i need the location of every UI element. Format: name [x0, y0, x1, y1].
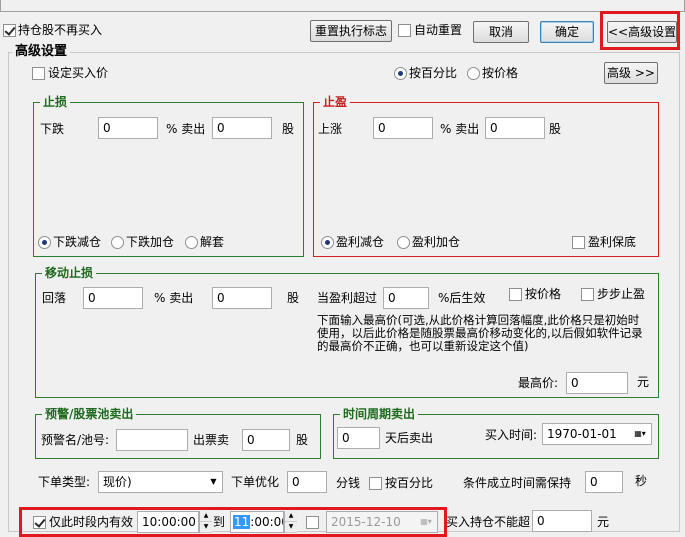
profit-keep-checkbox[interactable] [572, 236, 585, 249]
unlock-radio[interactable] [185, 236, 198, 249]
take-profit-shares: 股 [549, 122, 562, 136]
alert-name-label: 预警名/池号: [41, 433, 110, 447]
auto-reset-label: 自动重置 [414, 23, 463, 37]
stop-loss-sell-input[interactable]: 0 [212, 117, 272, 139]
hold-no-buy-checkbox[interactable] [3, 24, 16, 37]
highest-price-label: 最高价: [518, 376, 559, 390]
fall-add-label: 下跌加仓 [126, 235, 175, 249]
trailing-by-price-label: 按价格 [525, 287, 562, 301]
trailing-pullback-label: 回落 [42, 291, 67, 305]
buy-time-label: 买入时间: [485, 428, 538, 442]
highest-price-input[interactable]: 0 [566, 372, 628, 394]
by-percent-label: 按百分比 [409, 66, 458, 80]
fall-reduce-label: 下跌减仓 [53, 235, 102, 249]
unlock-label: 解套 [200, 235, 225, 249]
highlight-time-period [19, 507, 447, 537]
upper-panel-edge [0, 0, 685, 12]
highlight-advanced-settings [600, 11, 680, 50]
order-by-percent-label: 按百分比 [385, 476, 434, 490]
order-type-label: 下单类型: [38, 475, 91, 489]
profit-exceed-input[interactable]: 0 [383, 287, 429, 309]
take-profit-rise-label: 上涨 [318, 122, 343, 136]
stop-loss-title: 止损 [40, 94, 71, 110]
period-days-label: 天后卖出 [385, 431, 434, 445]
profit-reduce-radio[interactable] [321, 236, 334, 249]
calendar-dropdown-icon[interactable]: ▦▾ [629, 424, 651, 444]
advanced-group-title: 高级设置 [12, 44, 71, 60]
buy-hold-input[interactable]: 0 [532, 510, 592, 532]
trailing-note: 下面输入最高价(可选,从此价格计算回落幅度,此价格只是初始时使用，以后此价格是随… [317, 313, 643, 353]
order-optimize-unit: 分钱 [336, 476, 361, 490]
highest-price-currency: 元 [637, 375, 650, 389]
by-price-radio[interactable] [467, 67, 480, 80]
profit-exceed-label: 当盈利超过 [317, 291, 378, 305]
buy-hold-label: 买入持仓不能超 [446, 515, 531, 529]
take-profit-sell-input[interactable]: 0 [485, 117, 545, 139]
set-buy-price-checkbox[interactable] [32, 67, 45, 80]
alert-name-input[interactable] [116, 429, 188, 451]
hold-time-input[interactable]: 0 [585, 471, 623, 493]
auto-reset-checkbox[interactable] [398, 24, 411, 37]
period-title: 时间周期卖出 [340, 406, 419, 422]
fall-add-radio[interactable] [111, 236, 124, 249]
step-stop-label: 步步止盈 [597, 287, 646, 301]
alert-shares: 股 [296, 433, 309, 447]
take-profit-rise-input[interactable]: 0 [373, 117, 433, 139]
trailing-sell-input[interactable]: 0 [212, 287, 272, 309]
by-percent-radio[interactable] [394, 67, 407, 80]
stop-loss-fall-label: 下跌 [40, 122, 65, 136]
alert-sell-count-label: 出票卖 [193, 433, 230, 447]
trailing-percent-sell: % 卖出 [154, 291, 194, 305]
buy-time-value: 1970-01-01 [547, 427, 617, 441]
stop-loss-shares: 股 [282, 122, 295, 136]
profit-add-label: 盈利加仓 [412, 235, 461, 249]
by-price-label: 按价格 [482, 66, 519, 80]
chevron-down-icon[interactable]: ▼ [205, 472, 222, 492]
trailing-pullback-input[interactable]: 0 [83, 287, 143, 309]
alert-title: 预警/股票池卖出 [42, 406, 137, 422]
stop-loss-percent-sell: % 卖出 [166, 122, 206, 136]
trailing-by-price-checkbox[interactable] [509, 288, 522, 301]
stop-loss-fall-input[interactable]: 0 [98, 117, 158, 139]
fall-reduce-radio[interactable] [38, 236, 51, 249]
advanced-button[interactable]: 高级 >> [604, 62, 658, 84]
hold-time-seconds: 秒 [635, 474, 648, 488]
period-days-input[interactable]: 0 [337, 427, 380, 449]
percent-effective-label: %后生效 [438, 291, 486, 305]
order-optimize-label: 下单优化 [231, 475, 280, 489]
hold-time-label: 条件成立时间需保持 [463, 476, 572, 490]
trailing-shares: 股 [287, 291, 300, 305]
order-by-percent-checkbox[interactable] [369, 477, 382, 490]
take-profit-percent-sell: % 卖出 [440, 122, 480, 136]
order-type-select[interactable]: 现价) ▼ [98, 471, 223, 493]
trailing-stop-title: 移动止损 [42, 265, 97, 281]
order-optimize-input[interactable]: 0 [287, 471, 327, 493]
step-stop-checkbox[interactable] [581, 288, 594, 301]
reset-flag-button[interactable]: 重置执行标志 [310, 20, 392, 42]
buy-time-picker[interactable]: 1970-01-01 ▦▾ [542, 423, 652, 445]
profit-keep-label: 盈利保底 [588, 235, 637, 249]
order-type-value: 现价) [103, 475, 132, 489]
profit-add-radio[interactable] [397, 236, 410, 249]
set-buy-price-label: 设定买入价 [48, 66, 109, 80]
hold-no-buy-label: 持仓股不再买入 [18, 23, 103, 37]
take-profit-title: 止盈 [320, 94, 351, 110]
cancel-button[interactable]: 取消 [473, 21, 529, 43]
alert-sell-count-input[interactable]: 0 [242, 429, 290, 451]
buy-hold-currency: 元 [597, 515, 610, 529]
profit-reduce-label: 盈利减仓 [336, 235, 385, 249]
ok-button[interactable]: 确定 [540, 21, 594, 43]
